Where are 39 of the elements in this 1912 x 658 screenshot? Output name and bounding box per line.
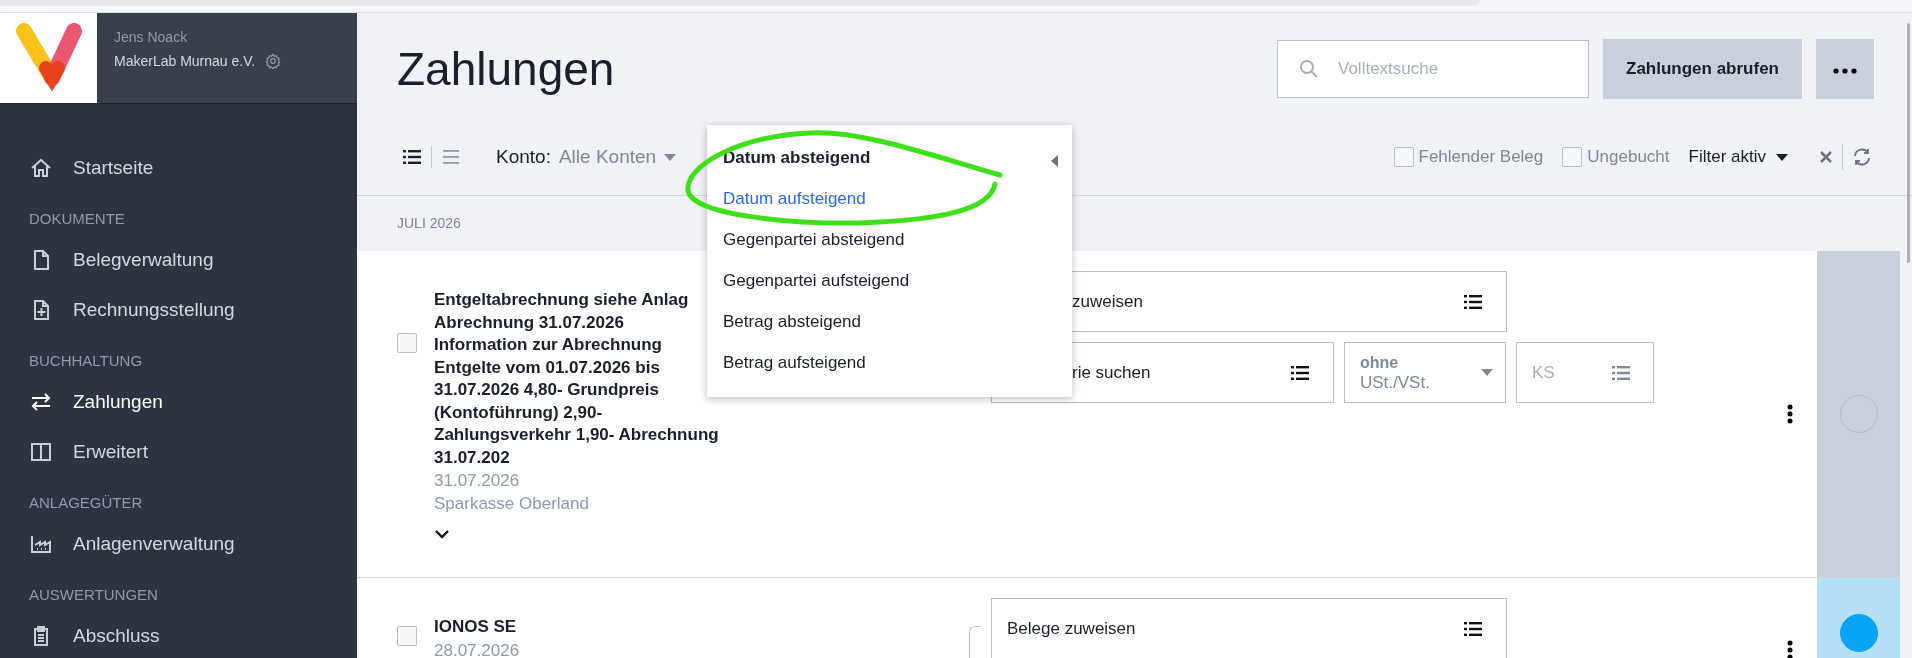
user-name: Jens Noack: [114, 29, 189, 45]
nav-section-label: BUCHHALTUNG: [29, 351, 143, 371]
nav-section-label: DOKUMENTE: [29, 209, 125, 229]
payment-description-line: Entgelte vom 01.07.2026 bis: [434, 356, 660, 379]
payment-description-line: Entgeltabrechnung siehe Anlag: [434, 289, 689, 311]
nav-section-label: AUSWERTUNGEN: [29, 585, 158, 605]
month-label: JULI 2026: [397, 214, 461, 233]
payment-description-line: 31.07.2026 4,80- Grundpreis: [434, 379, 659, 401]
payment-description-line: (Kontoführung) 2,90-: [434, 401, 603, 424]
payment-description-line: 31.07.202: [434, 446, 510, 469]
menu-item[interactable]: Datum aufsteigend: [707, 178, 1072, 219]
nav-item[interactable]: Rechnungsstellung: [29, 285, 357, 335]
filter-dropdown[interactable]: Filter aktiv: [1688, 147, 1788, 167]
nav-item[interactable]: Anlagenverwaltung: [29, 519, 357, 569]
payment-description-line: Zahlungsverkehr 1,90- Abrechnung: [434, 424, 719, 446]
bank-name: Sparkasse Oberland: [434, 493, 589, 515]
nav-item[interactable]: Startseite: [29, 143, 357, 193]
checkbox-label: Ungebucht: [1587, 147, 1670, 167]
menu-item[interactable]: Gegenpartei absteigend: [707, 219, 1072, 260]
payment-description-line: Information zur Abrechnung: [434, 334, 662, 356]
account-dropdown[interactable]: Konto: Alle Konten: [496, 146, 677, 168]
assign-receipts-field[interactable]: Belege zuweisen: [991, 598, 1507, 658]
tax-select[interactable]: ohne USt./VSt.: [1344, 342, 1506, 403]
nav-item[interactable]: Erweitert: [29, 427, 357, 477]
payment-date: 31.07.2026: [434, 470, 520, 492]
page-title: Zahlungen: [397, 42, 615, 96]
nav-item[interactable]: Abschluss: [29, 611, 357, 658]
checkbox-label: Fehlender Beleg: [1418, 147, 1544, 167]
search-field[interactable]: Volltextsuche: [1277, 40, 1589, 98]
payment-description-line: Abrechnung 31.07.2026: [434, 311, 624, 334]
payment-date: 28.07.2026: [434, 639, 520, 658]
organization-name: MakerLab Murnau e.V.: [114, 53, 256, 69]
nav-item[interactable]: Belegverwaltung: [29, 235, 357, 285]
fetch-payments-button[interactable]: Zahlungen abrufen: [1603, 39, 1802, 99]
nav-section-label: ANLAGEGÜTER: [29, 493, 143, 513]
cost-center-field[interactable]: KS: [1516, 342, 1654, 403]
menu-item[interactable]: Datum absteigend: [707, 137, 1072, 178]
nav-item[interactable]: Zahlungen: [29, 377, 357, 427]
payment-description-line: IONOS SE: [434, 616, 517, 638]
